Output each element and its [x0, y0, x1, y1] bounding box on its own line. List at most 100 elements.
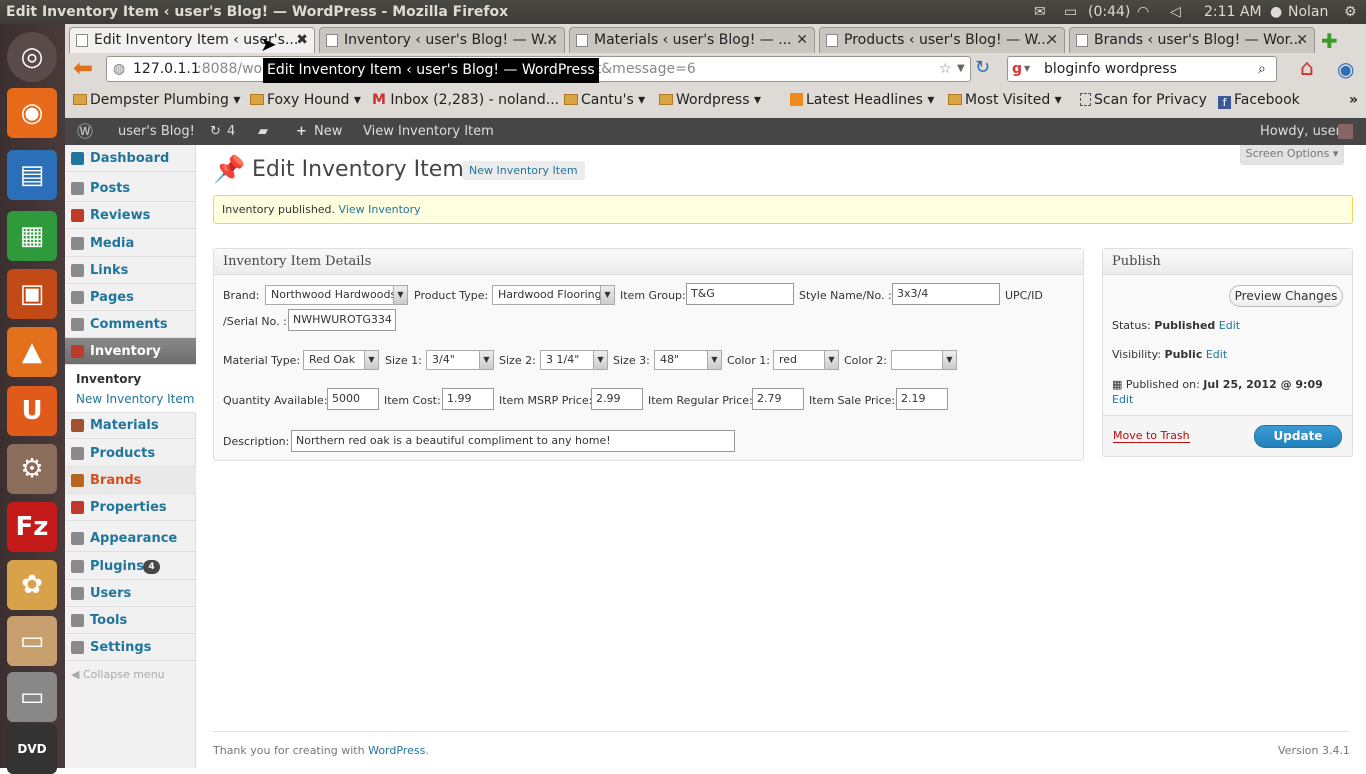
menu-appearance[interactable]: Appearance [65, 525, 196, 552]
dvd-icon[interactable]: DVD [7, 724, 57, 774]
battery-icon[interactable]: ▭ [1064, 0, 1077, 24]
ubuntu-one-icon[interactable]: U [7, 386, 57, 436]
close-tab-icon[interactable]: ✕ [1046, 28, 1058, 52]
menu-materials[interactable]: Materials [65, 412, 196, 439]
cost-input[interactable]: 1.99 [442, 388, 494, 410]
menu-dashboard[interactable]: Dashboard [65, 145, 196, 172]
globe-icon[interactable]: ◉ [1337, 57, 1354, 81]
howdy-user[interactable]: Howdy, user [1260, 118, 1341, 145]
color1-select[interactable]: red ▼ [773, 350, 839, 370]
mail-icon[interactable]: ✉ [1034, 0, 1046, 24]
view-inventory-link[interactable]: View Inventory [339, 203, 421, 216]
ubuntu-logo-icon[interactable]: ◎ [7, 32, 57, 82]
back-arrow-icon[interactable]: ⬅ [73, 56, 93, 80]
menu-products[interactable]: Products [65, 440, 196, 467]
edit-date-link[interactable]: Edit [1112, 393, 1133, 406]
screen-options-toggle[interactable]: Screen Options ▾ [1240, 145, 1344, 165]
menu-comments[interactable]: Comments [65, 311, 196, 338]
close-tab-icon[interactable]: ✖ [296, 28, 308, 52]
view-item-link[interactable]: View Inventory Item [363, 118, 494, 145]
quantity-input[interactable]: 5000 [327, 388, 379, 410]
tab-inventory[interactable]: Inventory ‹ user's Blog! — W... ✕ [319, 27, 565, 53]
submenu-inventory[interactable]: Inventory [76, 372, 141, 386]
sale-price-input[interactable]: 2.19 [896, 388, 948, 410]
material-select[interactable]: Red Oak ▼ [303, 350, 379, 370]
tab-edit-inventory[interactable]: Edit Inventory Item ‹ user's... ✖ [69, 27, 315, 53]
brand-select[interactable]: Northwood Hardwoods ▼ [265, 285, 408, 305]
menu-plugins[interactable]: Plugins 4 [65, 553, 196, 580]
search-bar[interactable]: g ▼ bloginfo wordpress ⌕ [1007, 56, 1277, 82]
google-engine-icon[interactable]: g [1012, 57, 1022, 81]
bookmark-inbox[interactable]: M Inbox (2,283) - noland... [372, 92, 559, 108]
software-center-icon[interactable]: ▲ [7, 327, 57, 377]
bookmarks-overflow-icon[interactable]: » [1349, 92, 1358, 108]
clock[interactable]: 2:11 AM [1204, 0, 1262, 24]
regular-price-input[interactable]: 2.79 [752, 388, 804, 410]
wordpress-logo-icon[interactable]: Ⓦ [77, 118, 93, 145]
close-tab-icon[interactable]: ✕ [796, 28, 808, 52]
updates-icon[interactable]: ↻ [210, 118, 221, 145]
description-input[interactable]: Northern red oak is a beautiful complime… [291, 430, 735, 452]
menu-pages[interactable]: Pages [65, 284, 196, 311]
comments-icon[interactable]: ▰ [258, 118, 268, 145]
home-icon[interactable]: ⌂ [1300, 56, 1314, 81]
bookmark-foxy[interactable]: Foxy Hound ▾ [250, 92, 361, 108]
volume-icon[interactable]: ◁ [1170, 0, 1181, 24]
new-content-link[interactable]: New [314, 118, 342, 145]
wifi-icon[interactable]: ◠ [1137, 0, 1149, 24]
size1-select[interactable]: 3/4" ▼ [426, 350, 494, 370]
url-dropdown-icon[interactable]: ▼ [957, 57, 965, 81]
wordpress-link[interactable]: WordPress [368, 744, 425, 757]
search-input[interactable]: bloginfo wordpress [1044, 57, 1177, 81]
size3-select[interactable]: 48" ▼ [654, 350, 722, 370]
bookmark-facebook[interactable]: f Facebook [1218, 92, 1300, 109]
impress-icon[interactable]: ▣ [7, 269, 57, 319]
bookmark-headlines[interactable]: Latest Headlines ▾ [790, 92, 934, 108]
tab-materials[interactable]: Materials ‹ user's Blog! — ... ✕ [569, 27, 815, 53]
close-tab-icon[interactable]: ✕ [546, 28, 558, 52]
site-name-link[interactable]: user's Blog! [118, 118, 195, 145]
menu-media[interactable]: Media [65, 230, 196, 257]
product-type-select[interactable]: Hardwood Flooring ▼ [492, 285, 615, 305]
bookmark-most-visited[interactable]: Most Visited ▾ [948, 92, 1062, 108]
style-input[interactable]: 3x3/4 [892, 283, 1000, 305]
power-gear-icon[interactable]: ⚙ [1344, 0, 1357, 24]
stack-icon[interactable]: ▭ [7, 672, 57, 722]
menu-links[interactable]: Links [65, 257, 196, 284]
menu-brands[interactable]: Brands [65, 467, 196, 494]
edit-status-link[interactable]: Edit [1219, 319, 1240, 332]
writer-icon[interactable]: ▤ [7, 150, 57, 200]
close-tab-icon[interactable]: ✕ [1296, 28, 1308, 52]
new-plus-icon[interactable]: + [296, 118, 307, 145]
site-identity-icon[interactable]: ◍ [113, 57, 125, 81]
tab-brands[interactable]: Brands ‹ user's Blog! — Wor... ✕ [1069, 27, 1315, 53]
move-to-trash-link[interactable]: Move to Trash [1113, 429, 1190, 443]
battery-time[interactable]: (0:44) [1088, 0, 1130, 24]
bookmark-wordpress[interactable]: Wordpress ▾ [659, 92, 761, 108]
bookmark-scan-privacy[interactable]: Scan for Privacy [1080, 92, 1207, 108]
reload-icon[interactable]: ↻ [975, 57, 990, 78]
avatar[interactable] [1338, 124, 1353, 139]
menu-settings[interactable]: Settings [65, 634, 196, 661]
size2-select[interactable]: 3 1/4" ▼ [540, 350, 608, 370]
firefox-icon[interactable]: ◉ [7, 88, 57, 138]
bookmark-cantus[interactable]: Cantu's ▾ [564, 92, 645, 108]
new-tab-plus-icon[interactable]: ✚ [1321, 29, 1338, 53]
workspaces-icon[interactable]: ▭ [7, 616, 57, 666]
item-group-input[interactable]: T&G [686, 283, 794, 305]
menu-posts[interactable]: Posts [65, 175, 196, 202]
edit-visibility-link[interactable]: Edit [1206, 348, 1227, 361]
tab-products[interactable]: Products ‹ user's Blog! — W... ✕ [819, 27, 1065, 53]
color2-select[interactable]: ▼ [891, 350, 957, 370]
add-new-button[interactable]: New Inventory Item [462, 161, 585, 180]
collapse-menu[interactable]: ◀ Collapse menu [71, 668, 165, 681]
menu-tools[interactable]: Tools [65, 607, 196, 634]
submenu-new-inventory-item[interactable]: New Inventory Item [76, 392, 194, 406]
system-settings-icon[interactable]: ⚙ [7, 444, 57, 494]
calc-icon[interactable]: ▦ [7, 211, 57, 261]
engine-dropdown-icon[interactable]: ▼ [1024, 57, 1030, 81]
menu-inventory[interactable]: Inventory [65, 338, 196, 365]
bookmark-dempster[interactable]: Dempster Plumbing ▾ [73, 92, 240, 108]
updates-count[interactable]: 4 [227, 118, 235, 145]
user-icon[interactable]: ● [1270, 0, 1282, 24]
